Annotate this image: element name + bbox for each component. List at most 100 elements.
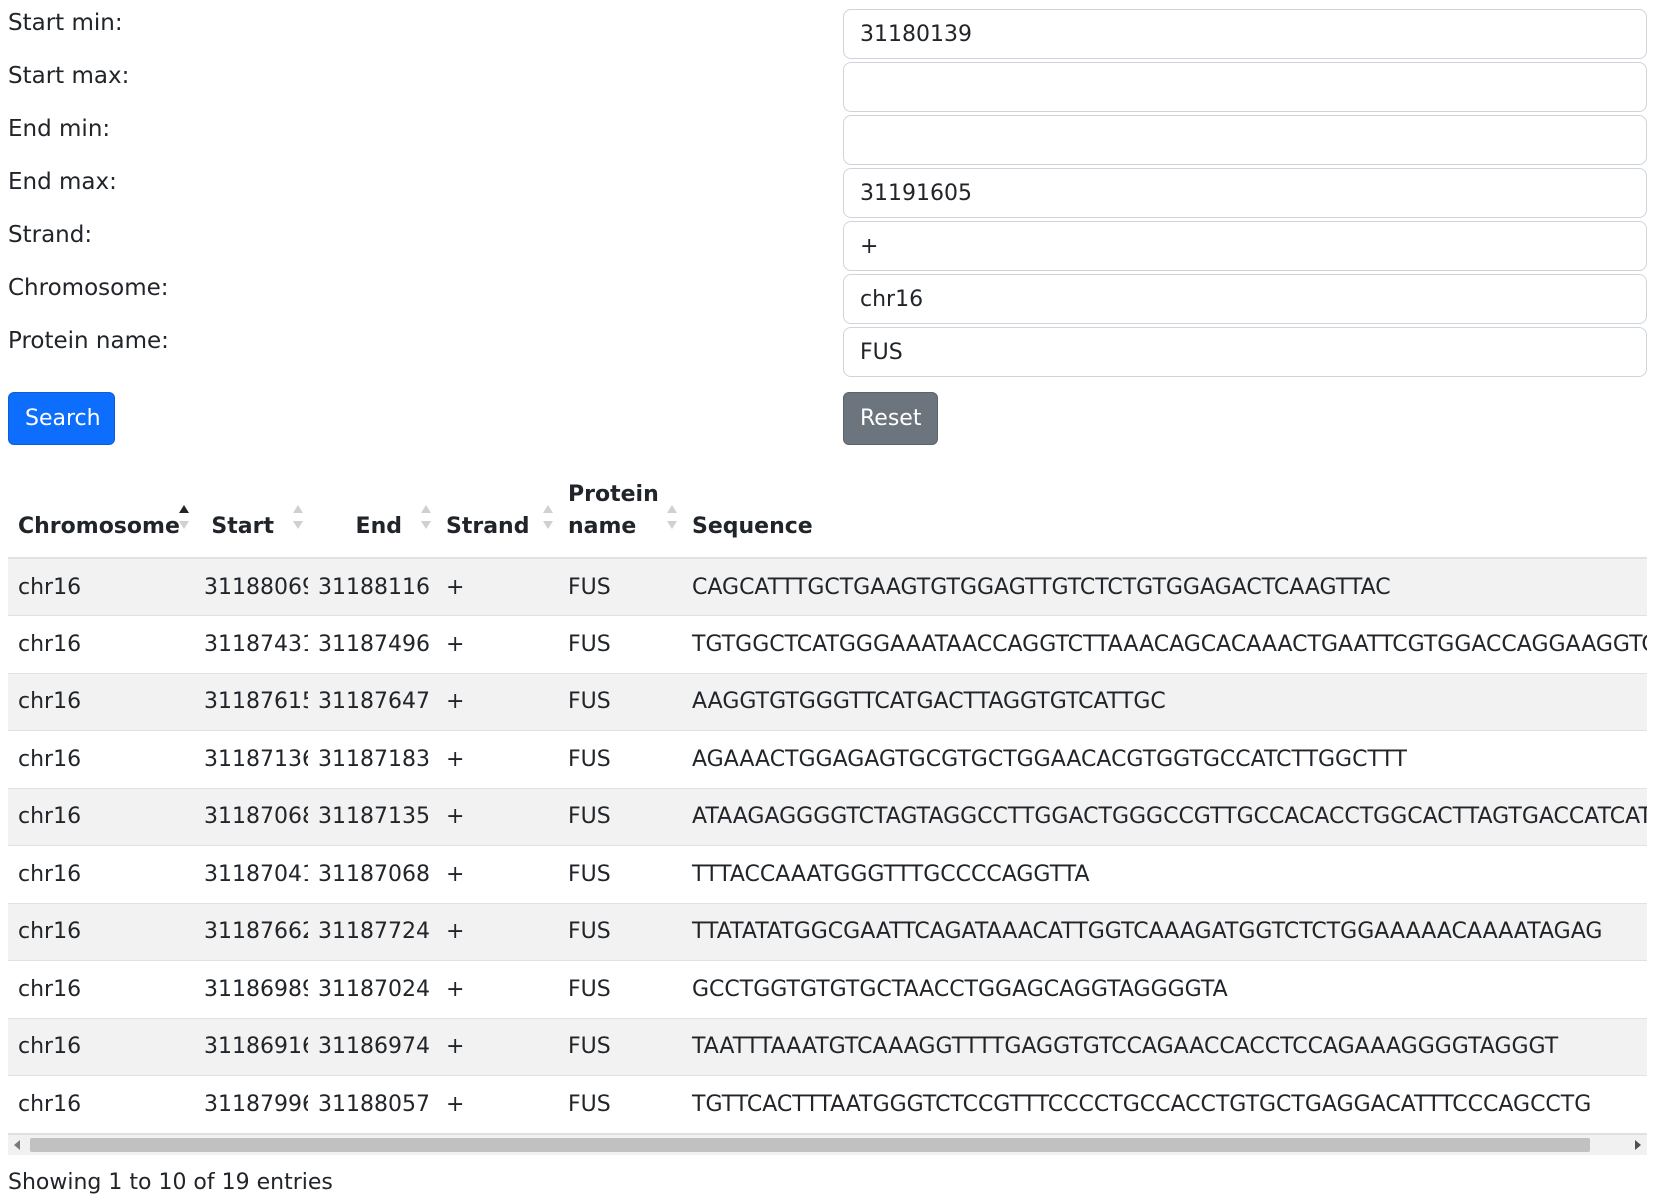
table-row: chr16 31187068 31187135 + FUS ATAAGAGGGG… <box>8 788 1647 846</box>
cell-chromosome: chr16 <box>8 1018 194 1076</box>
search-page: Start min: Start max: End min: End max: … <box>0 0 1654 1200</box>
cell-chromosome: chr16 <box>8 615 194 674</box>
results-table: Chromosome Start End Strand Protein name… <box>8 472 1647 1134</box>
cell-start: 31188069 <box>194 558 308 616</box>
sort-ascending-icon <box>178 505 190 529</box>
strand-label: Strand: <box>8 222 93 248</box>
start-max-input[interactable] <box>843 62 1647 112</box>
form-row-protein-name: Protein name: <box>0 318 1654 377</box>
cell-strand: + <box>436 845 558 904</box>
form-row-start-max: Start max: <box>0 53 1654 112</box>
cell-start: 31187136 <box>194 730 308 789</box>
cell-strand: + <box>436 1075 558 1134</box>
cell-start: 31187068 <box>194 788 308 846</box>
protein-name-input[interactable] <box>843 327 1647 377</box>
column-header-label: Strand <box>446 514 530 539</box>
cell-sequence: TTTACCAAATGGGTTTGCCCCAGGTTA <box>682 845 1647 904</box>
start-min-label: Start min: <box>8 10 123 36</box>
cell-chromosome: chr16 <box>8 845 194 904</box>
cell-chromosome: chr16 <box>8 1075 194 1134</box>
cell-sequence: TTATATATGGCGAATTCAGATAAACATTGGTCAAAGATGG… <box>682 903 1647 961</box>
table-header-row: Chromosome Start End Strand Protein name… <box>8 472 1647 559</box>
horizontal-scrollbar[interactable] <box>8 1134 1647 1155</box>
column-header-label: End <box>355 514 402 539</box>
table-row: chr16 31186916 31186974 + FUS TAATTTAAAT… <box>8 1018 1647 1076</box>
cell-chromosome: chr16 <box>8 903 194 961</box>
cell-end: 31187068 <box>308 845 436 904</box>
cell-sequence: AGAAACTGGAGAGTGCGTGCTGGAACACGTGGTGCCATCT… <box>682 730 1647 789</box>
form-row-start-min: Start min: <box>0 0 1654 59</box>
cell-strand: + <box>436 730 558 789</box>
table-row: chr16 31186989 31187024 + FUS GCCTGGTGTG… <box>8 960 1647 1019</box>
cell-sequence: TGTTCACTTTAATGGGTCTCCGTTTCCCCTGCCACCTGTG… <box>682 1075 1647 1134</box>
table-info-text: Showing 1 to 10 of 19 entries <box>8 1170 333 1195</box>
cell-protein-name: FUS <box>558 788 682 846</box>
table-row: chr16 31187136 31187183 + FUS AGAAACTGGA… <box>8 730 1647 789</box>
end-max-label: End max: <box>8 169 117 195</box>
cell-strand: + <box>436 960 558 1019</box>
cell-protein-name: FUS <box>558 960 682 1019</box>
column-header-end[interactable]: End <box>308 472 436 559</box>
column-header-start[interactable]: Start <box>194 472 308 559</box>
chromosome-label: Chromosome: <box>8 275 169 301</box>
cell-end: 31188116 <box>308 558 436 616</box>
cell-start: 31187996 <box>194 1075 308 1134</box>
table-row: chr16 31187431 31187496 + FUS TGTGGCTCAT… <box>8 615 1647 674</box>
strand-input[interactable] <box>843 221 1647 271</box>
cell-sequence: AAGGTGTGGGTTCATGACTTAGGTGTCATTGC <box>682 673 1647 731</box>
table-row: chr16 31187041 31187068 + FUS TTTACCAAAT… <box>8 845 1647 904</box>
cell-start: 31186989 <box>194 960 308 1019</box>
end-max-input[interactable] <box>843 168 1647 218</box>
cell-start: 31186916 <box>194 1018 308 1076</box>
end-min-input[interactable] <box>843 115 1647 165</box>
cell-protein-name: FUS <box>558 673 682 731</box>
cell-sequence: GCCTGGTGTGTGCTAACCTGGAGCAGGTAGGGGTA <box>682 960 1647 1019</box>
cell-end: 31187024 <box>308 960 436 1019</box>
results-table-container: Chromosome Start End Strand Protein name… <box>8 472 1647 1136</box>
column-header-label: Start <box>211 514 274 539</box>
sort-icon <box>542 505 554 529</box>
cell-sequence: TAATTTAAATGTCAAAGGTTTTGAGGTGTCCAGAACCACC… <box>682 1018 1647 1076</box>
column-header-protein-name[interactable]: Protein name <box>558 472 682 559</box>
sort-icon <box>666 505 678 529</box>
table-row: chr16 31188069 31188116 + FUS CAGCATTTGC… <box>8 558 1647 616</box>
cell-strand: + <box>436 788 558 846</box>
cell-start: 31187615 <box>194 673 308 731</box>
cell-sequence: CAGCATTTGCTGAAGTGTGGAGTTGTCTCTGTGGAGACTC… <box>682 558 1647 616</box>
column-header-sequence: Sequence <box>682 472 1647 559</box>
cell-strand: + <box>436 615 558 674</box>
cell-chromosome: chr16 <box>8 788 194 846</box>
scroll-right-arrow-icon[interactable] <box>1635 1140 1641 1150</box>
column-header-strand[interactable]: Strand <box>436 472 558 559</box>
reset-button[interactable]: Reset <box>843 392 938 445</box>
start-max-label: Start max: <box>8 63 130 89</box>
cell-sequence: TGTGGCTCATGGGAAATAACCAGGTCTTAAACAGCACAAA… <box>682 615 1647 674</box>
cell-strand: + <box>436 903 558 961</box>
cell-end: 31187647 <box>308 673 436 731</box>
cell-chromosome: chr16 <box>8 558 194 616</box>
column-header-chromosome[interactable]: Chromosome <box>8 472 194 559</box>
form-row-chromosome: Chromosome: <box>0 265 1654 324</box>
cell-protein-name: FUS <box>558 903 682 961</box>
cell-sequence: ATAAGAGGGGTCTAGTAGGCCTTGGACTGGGCCGTTGCCA… <box>682 788 1647 846</box>
protein-name-label: Protein name: <box>8 328 169 354</box>
scrollbar-thumb[interactable] <box>30 1138 1590 1152</box>
cell-start: 31187041 <box>194 845 308 904</box>
chromosome-input[interactable] <box>843 274 1647 324</box>
cell-strand: + <box>436 558 558 616</box>
cell-protein-name: FUS <box>558 1075 682 1134</box>
cell-protein-name: FUS <box>558 730 682 789</box>
search-button[interactable]: Search <box>8 392 115 445</box>
form-row-end-max: End max: <box>0 159 1654 218</box>
scroll-left-arrow-icon[interactable] <box>14 1140 20 1150</box>
cell-protein-name: FUS <box>558 615 682 674</box>
cell-end: 31187496 <box>308 615 436 674</box>
cell-strand: + <box>436 1018 558 1076</box>
sort-icon <box>420 505 432 529</box>
start-min-input[interactable] <box>843 9 1647 59</box>
form-row-strand: Strand: <box>0 212 1654 271</box>
table-row: chr16 31187615 31187647 + FUS AAGGTGTGGG… <box>8 673 1647 731</box>
column-header-label: Chromosome <box>18 514 180 539</box>
table-row: chr16 31187662 31187724 + FUS TTATATATGG… <box>8 903 1647 961</box>
cell-end: 31187183 <box>308 730 436 789</box>
